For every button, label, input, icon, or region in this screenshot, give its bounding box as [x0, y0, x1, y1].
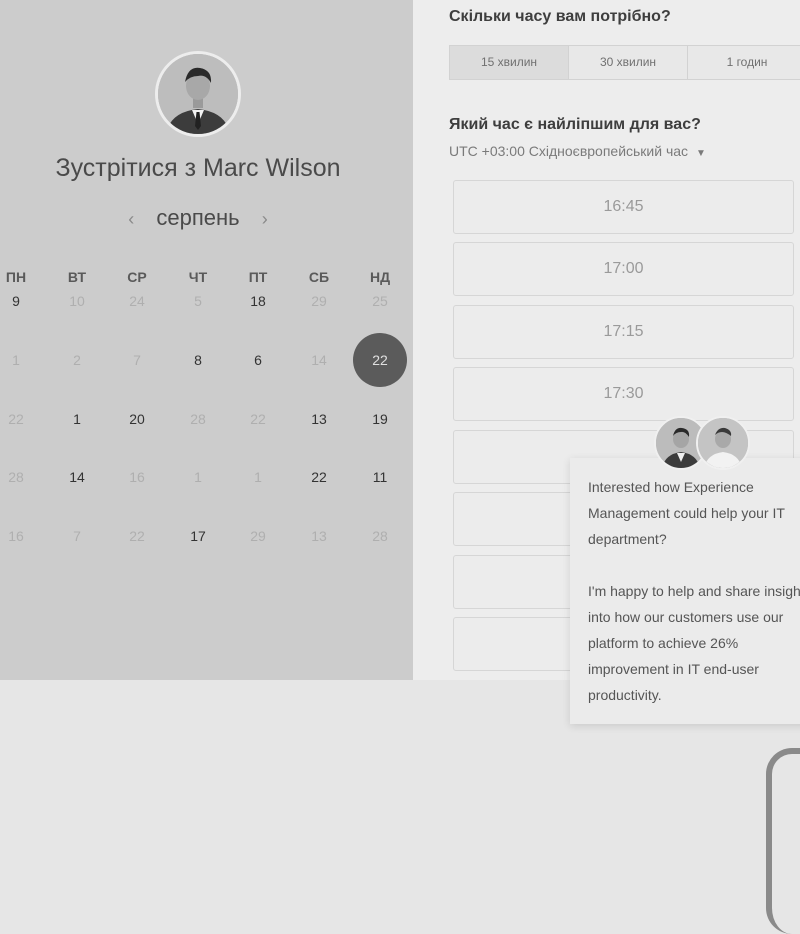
time-slot[interactable]: 16:45	[453, 180, 794, 234]
calendar-day: 22	[8, 411, 24, 427]
calendar-week-row: 9 10 24 5 18 29 25	[0, 286, 413, 326]
duration-selector: 15 хвилин 30 хвилин 1 годин	[449, 45, 800, 80]
calendar-week-row: 22 1 20 28 22 13 19	[0, 404, 413, 444]
device-frame-decoration	[766, 748, 800, 934]
time-slot[interactable]: 17:30	[453, 367, 794, 421]
calendar-day: 29	[311, 293, 327, 309]
duration-heading: Скільки часу вам потрібно?	[449, 8, 671, 25]
duration-option-60[interactable]: 1 годин	[688, 46, 800, 79]
timezone-selector[interactable]: UTC +03:00 Східноєвропейський час ▼	[449, 143, 706, 159]
calendar-day: 5	[194, 293, 202, 309]
calendar-day: 10	[69, 293, 85, 309]
calendar-day: 25	[372, 293, 388, 309]
time-slot[interactable]: 17:15	[453, 305, 794, 359]
calendar-day: 2	[73, 352, 81, 368]
calendar-day: 22	[129, 528, 145, 544]
calendar-week-row: 1 2 7 8 6 14 22	[0, 333, 413, 387]
calendar-day[interactable]: 14	[57, 462, 97, 492]
month-navigator: ‹ серпень ›	[0, 205, 396, 231]
calendar-day[interactable]: 8	[178, 345, 218, 375]
calendar-day: 22	[250, 411, 266, 427]
meeting-title: Зустрітися з Marc Wilson	[55, 154, 341, 182]
calendar-day[interactable]: 11	[360, 462, 400, 492]
calendar-week-row: 16 7 22 17 29 13 28	[0, 521, 413, 561]
calendar-day[interactable]: 18	[238, 286, 278, 316]
calendar-day: 1	[194, 469, 202, 485]
month-label: серпень	[156, 205, 240, 230]
calendar-day: 28	[372, 528, 388, 544]
chevron-left-icon[interactable]: ‹	[112, 209, 150, 229]
time-slot[interactable]: 17:00	[453, 242, 794, 296]
calendar-day: 7	[133, 352, 141, 368]
calendar-day: 28	[190, 411, 206, 427]
calendar-day: 14	[311, 352, 327, 368]
calendar-day: 16	[8, 528, 24, 544]
calendar-day[interactable]: 17	[178, 521, 218, 551]
chevron-right-icon[interactable]: ›	[246, 209, 284, 229]
calendar-day: 16	[129, 469, 145, 485]
chat-message: Interested how Experience Management cou…	[588, 479, 800, 703]
calendar-day[interactable]: 19	[360, 404, 400, 434]
calendar-day[interactable]: 9	[0, 286, 36, 316]
caret-down-icon: ▼	[695, 148, 706, 159]
duration-option-15[interactable]: 15 хвилин	[450, 46, 569, 79]
timezone-label: UTC +03:00 Східноєвропейський час	[449, 143, 689, 159]
calendar-day[interactable]: 22	[299, 462, 339, 492]
time-heading: Який час є найліпшим для вас?	[449, 116, 701, 133]
calendar-day[interactable]: 13	[299, 404, 339, 434]
calendar-day: 28	[8, 469, 24, 485]
scheduler-profile-panel: Зустрітися з Marc Wilson ‹ серпень › ПН В…	[0, 0, 413, 680]
calendar-day: 1	[254, 469, 262, 485]
calendar-day: 29	[250, 528, 266, 544]
calendar-day[interactable]: 20	[117, 404, 157, 434]
chat-popup[interactable]: Interested how Experience Management cou…	[570, 458, 800, 724]
calendar-day: 24	[129, 293, 145, 309]
calendar-day[interactable]: 6	[238, 345, 278, 375]
calendar-day[interactable]: 1	[57, 404, 97, 434]
host-avatar	[155, 51, 241, 137]
calendar-day: 1	[12, 352, 20, 368]
calendar-day: 13	[311, 528, 327, 544]
calendar-day-selected[interactable]: 22	[353, 333, 407, 387]
duration-option-30[interactable]: 30 хвилин	[569, 46, 688, 79]
calendar-day: 7	[73, 528, 81, 544]
chat-agent-avatar	[696, 416, 750, 470]
calendar-week-row: 28 14 16 1 1 22 11	[0, 462, 413, 502]
